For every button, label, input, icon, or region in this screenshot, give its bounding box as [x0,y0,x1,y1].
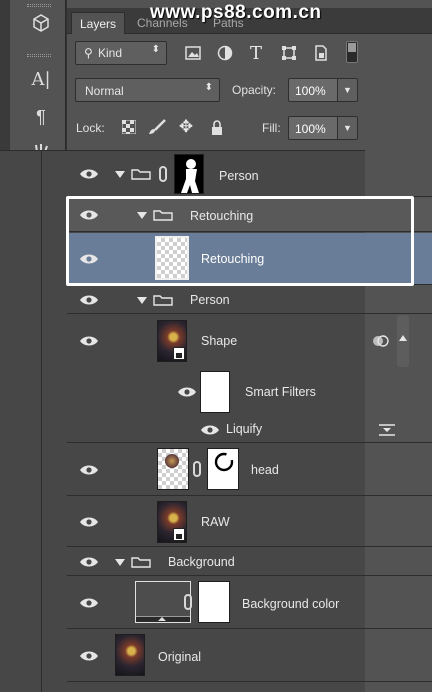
layer-name: head [251,463,279,477]
disclosure-triangle-icon[interactable] [115,559,125,566]
tool-strip-grip[interactable] [27,4,51,7]
mask-link-icon[interactable] [159,166,167,182]
disclosure-triangle-icon[interactable] [137,297,147,304]
tool-strip-grip[interactable] [27,54,51,57]
layer-row-background-color[interactable]: Background color [67,577,432,629]
eye-icon[interactable] [79,650,99,662]
layer-name: Shape [201,334,238,348]
lock-position-icon[interactable]: ✥ [175,116,197,138]
smart-object-badge-icon [173,347,185,360]
layer-name: Background color [242,597,340,611]
head-image [165,454,179,468]
filter-toggle-knob [348,43,356,52]
disclosure-triangle-icon[interactable] [115,171,125,178]
folder-icon [153,295,173,306]
lock-image-pixels-icon[interactable] [146,116,168,138]
updown-arrows-icon: ⬍ [151,44,160,55]
layer-row-original[interactable]: Original [67,630,432,682]
chevron-up-icon [399,335,407,341]
eye-icon[interactable] [79,597,99,609]
smart-filters-row[interactable]: Smart Filters [67,367,432,417]
folder-icon [131,557,151,568]
eye-icon[interactable] [79,294,99,306]
type-layer-filter-icon[interactable]: T [245,42,267,64]
layer-name: Person [190,293,230,307]
filter-kind-label: Kind [98,46,123,60]
eye-icon[interactable] [79,335,99,347]
layer-row-person-group[interactable]: Person [67,151,432,197]
layer-mask-thumbnail[interactable] [174,154,204,194]
adjustment-layer-filter-icon[interactable] [214,42,236,64]
filter-blending-options-icon[interactable] [378,423,396,437]
fill-layer-thumbnail[interactable] [135,581,191,623]
smart-filters-label: Smart Filters [245,385,316,399]
updown-arrows-icon: ⬍ [204,82,213,93]
layer-name: RAW [201,515,230,529]
lock-transparent-pixels-icon[interactable] [118,116,140,138]
blend-mode-select[interactable]: Normal ⬍ [75,78,220,102]
eye-icon[interactable] [79,168,99,180]
smart-object-filter-icon[interactable] [310,42,332,64]
layer-row-head[interactable]: head [67,444,432,496]
character-panel-icon[interactable]: A| [28,66,54,92]
layer-thumbnail-head[interactable] [157,448,189,490]
annotation-highlight-box [66,196,414,286]
lock-all-icon[interactable] [206,116,228,138]
eye-icon[interactable] [79,556,99,568]
layer-mask-thumbnail[interactable] [198,581,230,623]
opacity-label: Opacity: [232,83,277,97]
eye-icon[interactable] [200,424,220,436]
3d-icon[interactable] [28,10,54,36]
layer-row-shape[interactable]: Shape [67,315,432,367]
mask-link-icon[interactable] [184,594,192,610]
filter-row-liquify[interactable]: Liquify [67,417,432,443]
layer-mask-thumbnail[interactable] [207,448,239,490]
layer-name: Original [158,650,202,664]
mask-link-icon[interactable] [193,461,201,477]
opacity-field[interactable]: 100% ▼ [288,78,358,102]
eye-icon[interactable] [79,464,99,476]
lock-label: Lock: [76,121,105,135]
layer-row-raw[interactable]: RAW [67,497,432,547]
shape-layer-filter-icon[interactable] [278,42,300,64]
pixel-layer-filter-icon[interactable] [182,42,204,64]
eye-icon[interactable] [79,516,99,528]
visibility-column [0,151,42,692]
smart-object-badge-icon [173,528,185,541]
eye-icon[interactable] [177,386,197,398]
fill-field[interactable]: 100% ▼ [288,116,358,140]
layer-row-background-group[interactable]: Background [67,548,432,576]
filter-name: Liquify [226,422,263,436]
layer-name: Person [219,169,259,183]
smart-filter-indicator-icon[interactable] [372,334,390,348]
paragraph-icon[interactable]: ¶ [28,104,54,130]
folder-icon [131,169,151,180]
smart-filter-mask-thumbnail[interactable] [200,371,230,413]
tab-layers[interactable]: Layers [71,12,126,34]
watermark: www.ps88.com.cn [150,2,322,23]
scrollbar-thumb[interactable] [397,315,409,367]
chevron-down-icon[interactable]: ▼ [337,79,357,101]
blend-mode-value: Normal [85,84,124,98]
fill-value: 100% [295,122,326,136]
filter-kind-select[interactable]: ⚲ Kind ⬍ [75,41,167,65]
layer-thumbnail-photo[interactable] [115,634,145,676]
search-icon: ⚲ [84,46,93,60]
fill-label: Fill: [262,121,281,135]
chevron-down-icon[interactable]: ▼ [337,117,357,139]
fill-swatch-marker [158,617,166,621]
opacity-value: 100% [295,84,326,98]
layer-name: Background [168,555,235,569]
layer-row-person-subgroup[interactable]: Person [67,286,432,314]
filter-toggle-switch[interactable] [346,41,358,63]
